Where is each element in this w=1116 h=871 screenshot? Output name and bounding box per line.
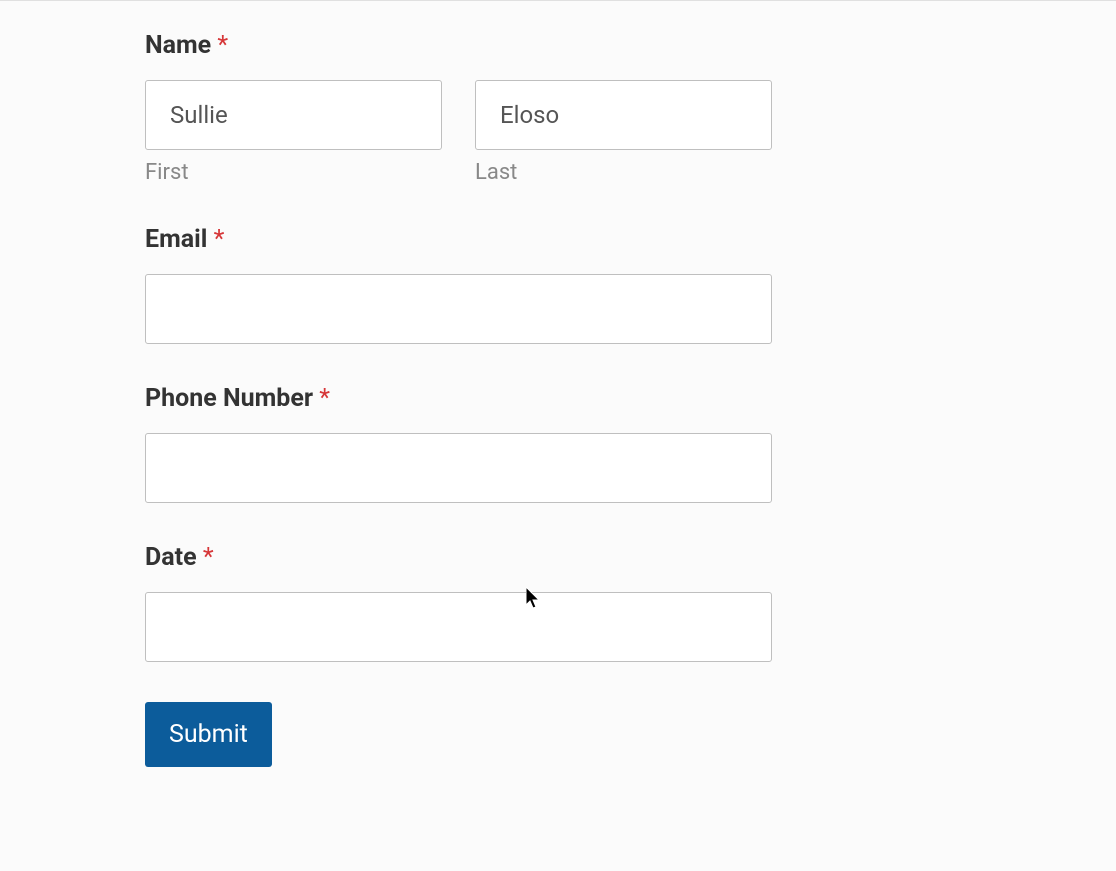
required-marker: *: [217, 31, 228, 60]
date-label-text: Date: [145, 543, 197, 572]
name-row: First Last: [145, 80, 971, 185]
name-field-group: Name * First Last: [145, 31, 971, 185]
phone-label: Phone Number *: [145, 384, 971, 413]
submit-button[interactable]: Submit: [145, 702, 272, 767]
date-label: Date *: [145, 543, 971, 572]
first-name-input[interactable]: [145, 80, 442, 150]
phone-input[interactable]: [145, 433, 772, 503]
first-name-column: First: [145, 80, 442, 185]
phone-label-text: Phone Number: [145, 384, 313, 413]
name-label: Name *: [145, 31, 971, 60]
email-label: Email *: [145, 225, 971, 254]
date-input[interactable]: [145, 592, 772, 662]
email-field-group: Email *: [145, 225, 971, 344]
contact-form: Name * First Last Email * Phone Number *: [0, 1, 1116, 787]
required-marker: *: [214, 225, 225, 254]
last-name-input[interactable]: [475, 80, 772, 150]
date-field-group: Date *: [145, 543, 971, 662]
last-name-sublabel: Last: [475, 160, 772, 185]
email-label-text: Email: [145, 225, 207, 254]
name-label-text: Name: [145, 31, 211, 60]
required-marker: *: [319, 384, 330, 413]
email-input[interactable]: [145, 274, 772, 344]
last-name-column: Last: [475, 80, 772, 185]
first-name-sublabel: First: [145, 160, 442, 185]
required-marker: *: [203, 543, 214, 572]
phone-field-group: Phone Number *: [145, 384, 971, 503]
